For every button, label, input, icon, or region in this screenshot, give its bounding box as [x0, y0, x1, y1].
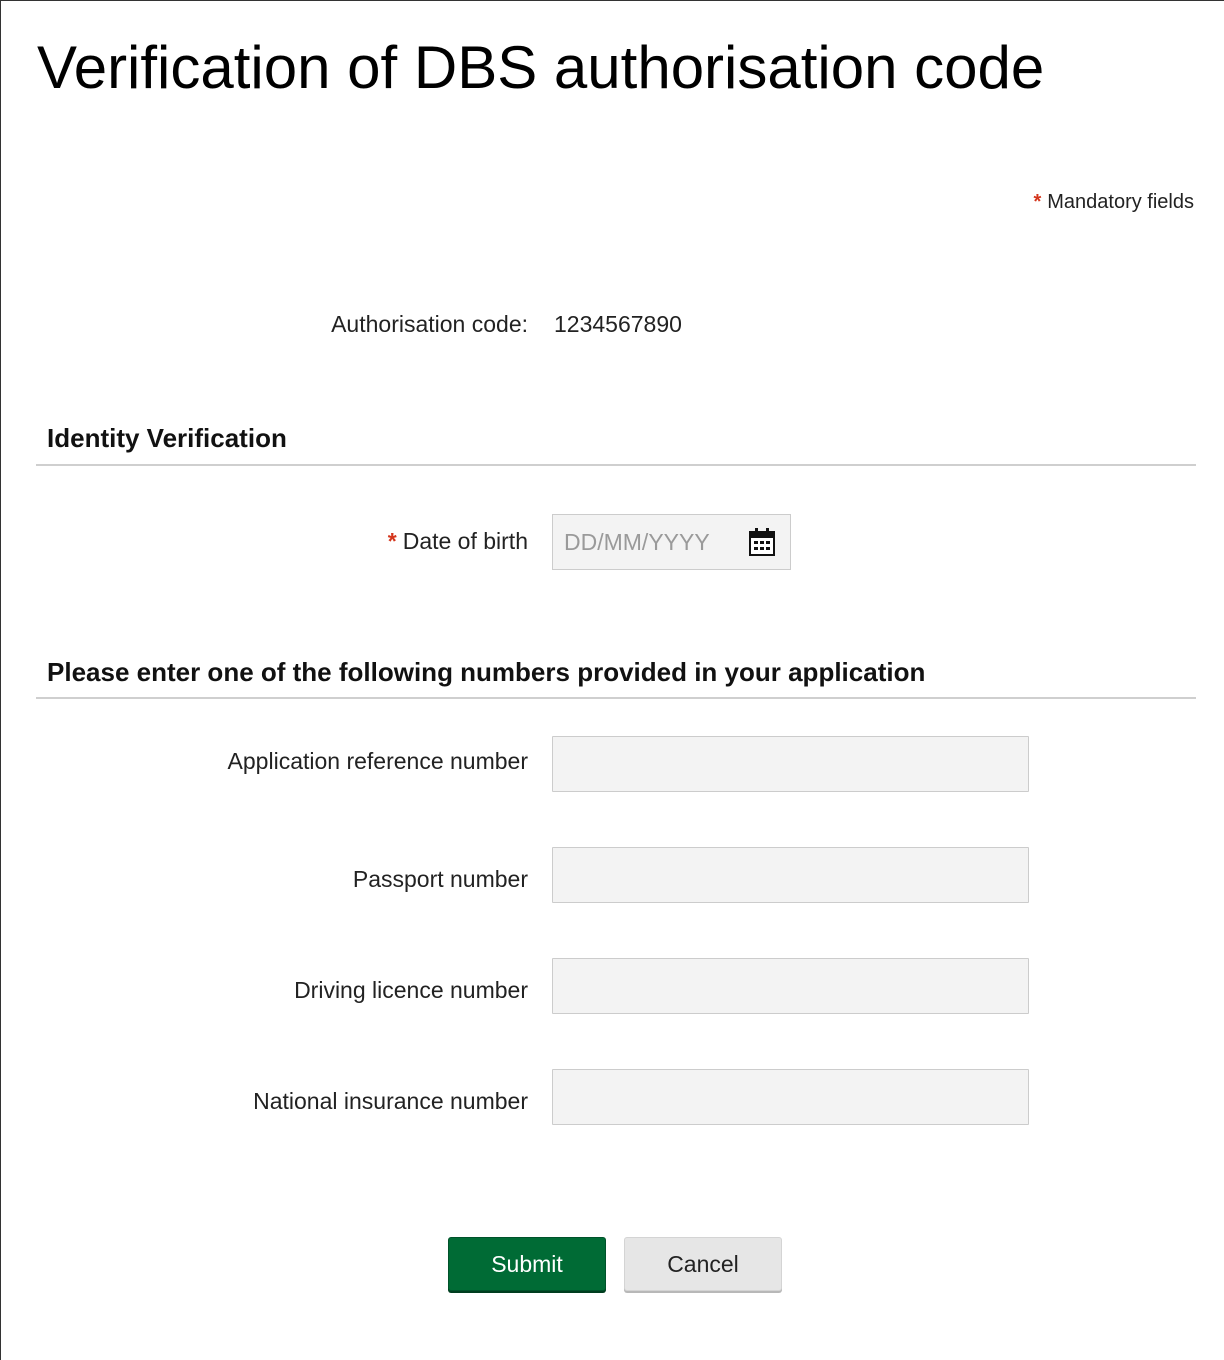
- driving-licence-input[interactable]: [552, 958, 1029, 1014]
- calendar-icon[interactable]: [749, 528, 775, 556]
- application-reference-input[interactable]: [552, 736, 1029, 792]
- date-of-birth-field: [552, 514, 791, 570]
- passport-number-input[interactable]: [552, 847, 1029, 903]
- identity-verification-heading: Identity Verification: [47, 423, 287, 453]
- required-marker: *: [387, 528, 397, 554]
- page-frame: Verification of DBS authorisation code *…: [0, 0, 1224, 1360]
- mandatory-fields-text: Mandatory fields: [1047, 191, 1194, 213]
- national-insurance-input[interactable]: [552, 1069, 1029, 1125]
- mandatory-fields-note: * Mandatory fields: [1033, 191, 1194, 214]
- application-reference-label: Application reference number: [227, 748, 528, 774]
- national-insurance-label: National insurance number: [253, 1088, 528, 1114]
- authorisation-code-label: Authorisation code:: [331, 311, 528, 337]
- page-title: Verification of DBS authorisation code: [37, 34, 1045, 101]
- passport-number-label: Passport number: [352, 866, 528, 892]
- date-of-birth-label: * Date of birth: [388, 528, 528, 555]
- authorisation-code-value: 1234567890: [554, 311, 682, 337]
- application-numbers-heading: Please enter one of the following number…: [47, 657, 926, 687]
- section-divider: [36, 697, 1196, 699]
- section-divider: [36, 464, 1196, 466]
- cancel-button[interactable]: Cancel: [624, 1237, 782, 1291]
- date-of-birth-input[interactable]: [553, 515, 743, 569]
- submit-button[interactable]: Submit: [448, 1237, 606, 1291]
- driving-licence-label: Driving licence number: [294, 977, 528, 1003]
- required-marker: *: [1033, 191, 1042, 213]
- date-of-birth-label-text: Date of birth: [402, 528, 528, 554]
